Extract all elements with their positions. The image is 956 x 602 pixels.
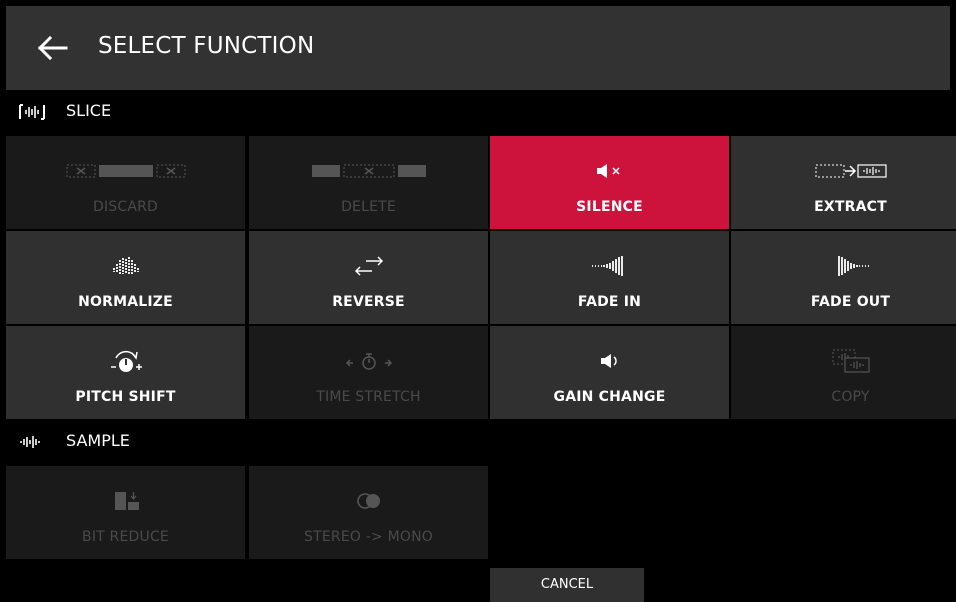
tile-label: STEREO -> MONO (304, 529, 433, 545)
time-stretch-button[interactable]: TIME STRETCH (249, 326, 488, 419)
time-stretch-icon (345, 353, 392, 370)
copy-button[interactable]: COPY (731, 326, 956, 419)
tile-label: FADE IN (577, 294, 642, 310)
fade-in-icon (591, 256, 623, 276)
gain-change-button[interactable]: GAIN CHANGE (490, 326, 729, 419)
normalize-button[interactable]: NORMALIZE (6, 231, 245, 324)
copy-icon (832, 349, 870, 373)
delete-icon (311, 164, 426, 178)
fade-in-button[interactable]: FADE IN (490, 231, 729, 324)
header-bar: SELECT FUNCTION (6, 6, 950, 90)
tile-label: EXTRACT (814, 199, 887, 215)
stereo-mono-icon (356, 493, 380, 509)
bit-reduce-icon (114, 492, 139, 510)
speaker-mute-icon (596, 164, 620, 178)
section-label: SLICE (66, 101, 112, 120)
arrow-left-icon (37, 35, 68, 61)
tile-label: TIME STRETCH (316, 389, 421, 405)
select-function-screen: SELECT FUNCTION SLICE DISCARD DELETE SIL… (0, 0, 956, 602)
sample-waveform-icon (20, 436, 40, 448)
tile-label: SILENCE (576, 199, 643, 215)
reverse-button[interactable]: REVERSE (249, 231, 488, 324)
tile-label: NORMALIZE (78, 294, 173, 310)
delete-button[interactable]: DELETE (249, 136, 488, 229)
bit-reduce-button[interactable]: BIT REDUCE (6, 466, 245, 559)
section-slice: SLICE (6, 90, 950, 134)
fade-out-icon (837, 256, 869, 276)
discard-button[interactable]: DISCARD (6, 136, 245, 229)
tile-label: FADE OUT (810, 294, 891, 310)
stereo-to-mono-button[interactable]: STEREO -> MONO (249, 466, 488, 559)
speaker-volume-icon (600, 354, 617, 368)
section-label: SAMPLE (66, 431, 130, 450)
tile-label: REVERSE (332, 294, 405, 310)
silence-button[interactable]: SILENCE (490, 136, 729, 229)
reverse-arrows-icon (354, 256, 383, 276)
tile-label: BIT REDUCE (82, 529, 169, 545)
slice-waveform-icon (19, 104, 45, 120)
extract-button[interactable]: EXTRACT (731, 136, 956, 229)
cancel-button[interactable]: CANCEL (490, 568, 644, 602)
tile-label: COPY (831, 389, 870, 405)
tile-label: GAIN CHANGE (553, 389, 666, 405)
tile-label: DISCARD (92, 199, 159, 215)
pitch-shift-button[interactable]: PITCH SHIFT (6, 326, 245, 419)
fade-out-button[interactable]: FADE OUT (731, 231, 956, 324)
extract-icon (815, 164, 887, 178)
page-title: SELECT FUNCTION (98, 33, 315, 59)
discard-icon (66, 164, 185, 178)
back-button[interactable] (34, 30, 74, 66)
section-sample: SAMPLE (6, 420, 950, 464)
tile-label: PITCH SHIFT (75, 389, 176, 405)
pitch-knob-icon (110, 350, 142, 372)
tile-label: DELETE (341, 199, 396, 215)
normalize-icon (112, 257, 139, 274)
